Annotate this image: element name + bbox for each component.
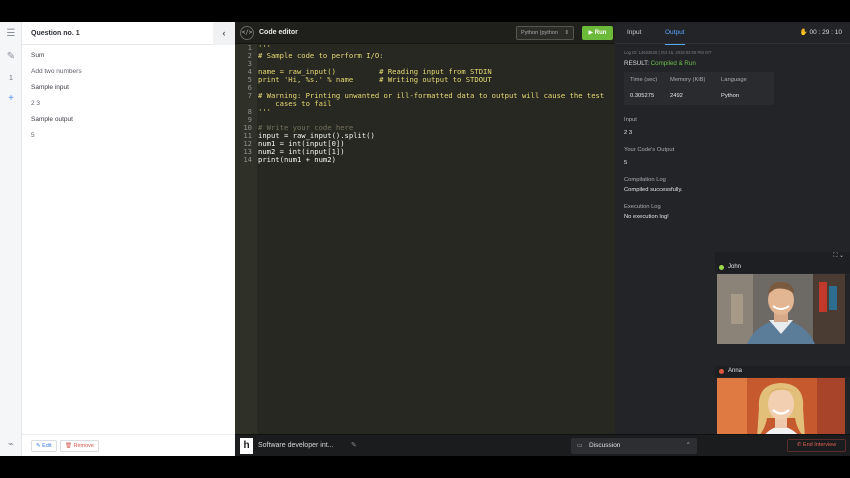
video-toolbar: ⛶ ⌄ (715, 252, 850, 262)
run-button[interactable]: ▶ Run (582, 26, 613, 40)
add-question-icon[interactable]: + (4, 92, 18, 106)
result-label: RESULT: (624, 60, 649, 67)
code-text: # Sample code to perform I/O: (258, 51, 384, 60)
question-footer: ✎ Edit 🗑 Remove (22, 434, 235, 456)
video-john[interactable] (717, 274, 845, 344)
code-output-label: Your Code's Output (624, 147, 675, 153)
code-area[interactable]: 1 ''' 2 # Sample code to perform I/O: 3 4 name… (235, 44, 615, 164)
output-tabs: Input Output ✋ 00 : 29 : 10 (615, 22, 850, 45)
video-controls: ⛶ ⌄ (833, 252, 844, 260)
participant-name: John (728, 264, 742, 270)
compilation-log-value: Compiled successfully. (624, 187, 683, 193)
result-table: Time (sec) Memory (KiB) Language 0.30527… (624, 72, 774, 105)
compilation-log-label: Compilation Log (624, 177, 666, 183)
select-arrows-icon: ⇕ (564, 30, 569, 36)
input-value: 2 3 (624, 130, 633, 136)
remove-button[interactable]: 🗑 Remove (60, 440, 99, 452)
language-select[interactable]: Python (python ⇕ (516, 26, 574, 40)
question-number[interactable]: 1 (4, 72, 18, 86)
code-line: 5 print 'Hi, %s.' % name # Writing output… (235, 76, 615, 84)
line-number: 7 (247, 91, 252, 100)
code-editor: </> Code editor Python (python ⇕ ▶ Run 1… (235, 22, 615, 434)
trash-icon: 🗑 (65, 443, 74, 449)
status-dot (719, 369, 724, 374)
code-output-value: 5 (624, 160, 628, 166)
status-dot (719, 265, 724, 270)
discussion-label: Discussion (589, 442, 621, 449)
hand-icon: ✋ (799, 29, 810, 36)
chat-icon: ▭ (577, 443, 583, 449)
question-panel: Question no. 1 ‹ Sum Add two numbers Sam… (22, 22, 235, 456)
question-header: Question no. 1 ‹ (22, 22, 235, 45)
code-line: 8 ''' (235, 108, 615, 116)
language-value: Python (python (521, 30, 558, 36)
edit-button[interactable]: ✎ Edit (31, 440, 57, 452)
app-window: ☰ ✎ 1 + ⌁ Question no. 1 ‹ Sum Add two n… (0, 22, 850, 456)
question-name: Sum (31, 52, 45, 59)
edit-note-icon[interactable]: ✎ (4, 50, 18, 64)
end-interview-button[interactable]: ✆ End Interview (787, 439, 846, 452)
left-rail: ☰ ✎ 1 + ⌁ (0, 22, 22, 456)
code-icon: </> (240, 26, 254, 40)
code-text: ''' (258, 107, 271, 116)
code-line: cases to fail (235, 100, 615, 108)
editor-title: Code editor (259, 29, 298, 36)
code-text: print(num1 + num2) (258, 155, 336, 164)
sample-input-label: Sample input (31, 84, 69, 91)
activity-icon[interactable]: ⌁ (4, 438, 18, 452)
code-line: 14 print(num1 + num2) (235, 156, 615, 164)
time-value: 0.305275 (630, 93, 655, 99)
timer-value: 00 : 29 : 10 (809, 29, 842, 36)
execution-log-value: No execution log! (624, 214, 669, 220)
result-value: Compiled & Run (650, 60, 696, 67)
discussion-button[interactable]: ▭ Discussion ⌃ (571, 438, 697, 454)
log-id: Log ID: 14633626 | Oct 15, 2018 03:09 PM… (624, 50, 712, 55)
question-title: Question no. 1 (31, 30, 80, 37)
sample-output-value: 5 (31, 132, 35, 139)
remove-button-label: Remove (73, 443, 94, 449)
time-label: Time (sec) (630, 77, 658, 83)
editor-header: </> Code editor Python (python ⇕ ▶ Run (235, 22, 615, 44)
participant-john-label: John (715, 262, 850, 273)
question-description: Add two numbers (31, 68, 82, 75)
memory-label: Memory (KiB) (670, 77, 706, 83)
language-label: Language (721, 77, 747, 83)
tab-output[interactable]: Output (665, 22, 685, 45)
result-line: RESULT: Compiled & Run (624, 60, 696, 67)
bottom-bar: h Software developer int... ✎ ▭ Discussi… (235, 434, 850, 456)
code-line: 2 # Sample code to perform I/O: (235, 52, 615, 60)
language-value: Python (721, 93, 740, 99)
participant-anna-label: Anna (715, 366, 850, 377)
participant-name: Anna (728, 368, 743, 374)
menu-icon[interactable]: ☰ (4, 27, 18, 41)
edit-button-label: Edit (42, 443, 52, 449)
chevron-up-icon: ⌃ (685, 442, 691, 449)
code-text: print 'Hi, %s.' % name # Writing output … (258, 75, 492, 84)
collapse-chevron-icon[interactable]: ‹ (213, 22, 235, 45)
end-interview-label: End Interview (802, 442, 837, 448)
sample-output-label: Sample output (31, 116, 73, 123)
run-button-label: Run (594, 30, 607, 36)
execution-log-label: Execution Log (624, 204, 661, 210)
memory-value: 2492 (670, 93, 683, 99)
chevron-down-icon[interactable]: ⌄ (839, 253, 844, 259)
tab-input[interactable]: Input (627, 22, 641, 44)
expand-icon[interactable]: ⛶ (833, 253, 837, 259)
pencil-icon[interactable]: ✎ (351, 435, 357, 457)
timer: ✋ 00 : 29 : 10 (800, 22, 842, 44)
line-number: 14 (243, 155, 252, 164)
interview-title: Software developer int... (258, 442, 334, 449)
hackerearth-logo: h (240, 438, 253, 454)
sample-input-value: 2 3 (31, 100, 41, 107)
input-label: Input (624, 117, 637, 123)
